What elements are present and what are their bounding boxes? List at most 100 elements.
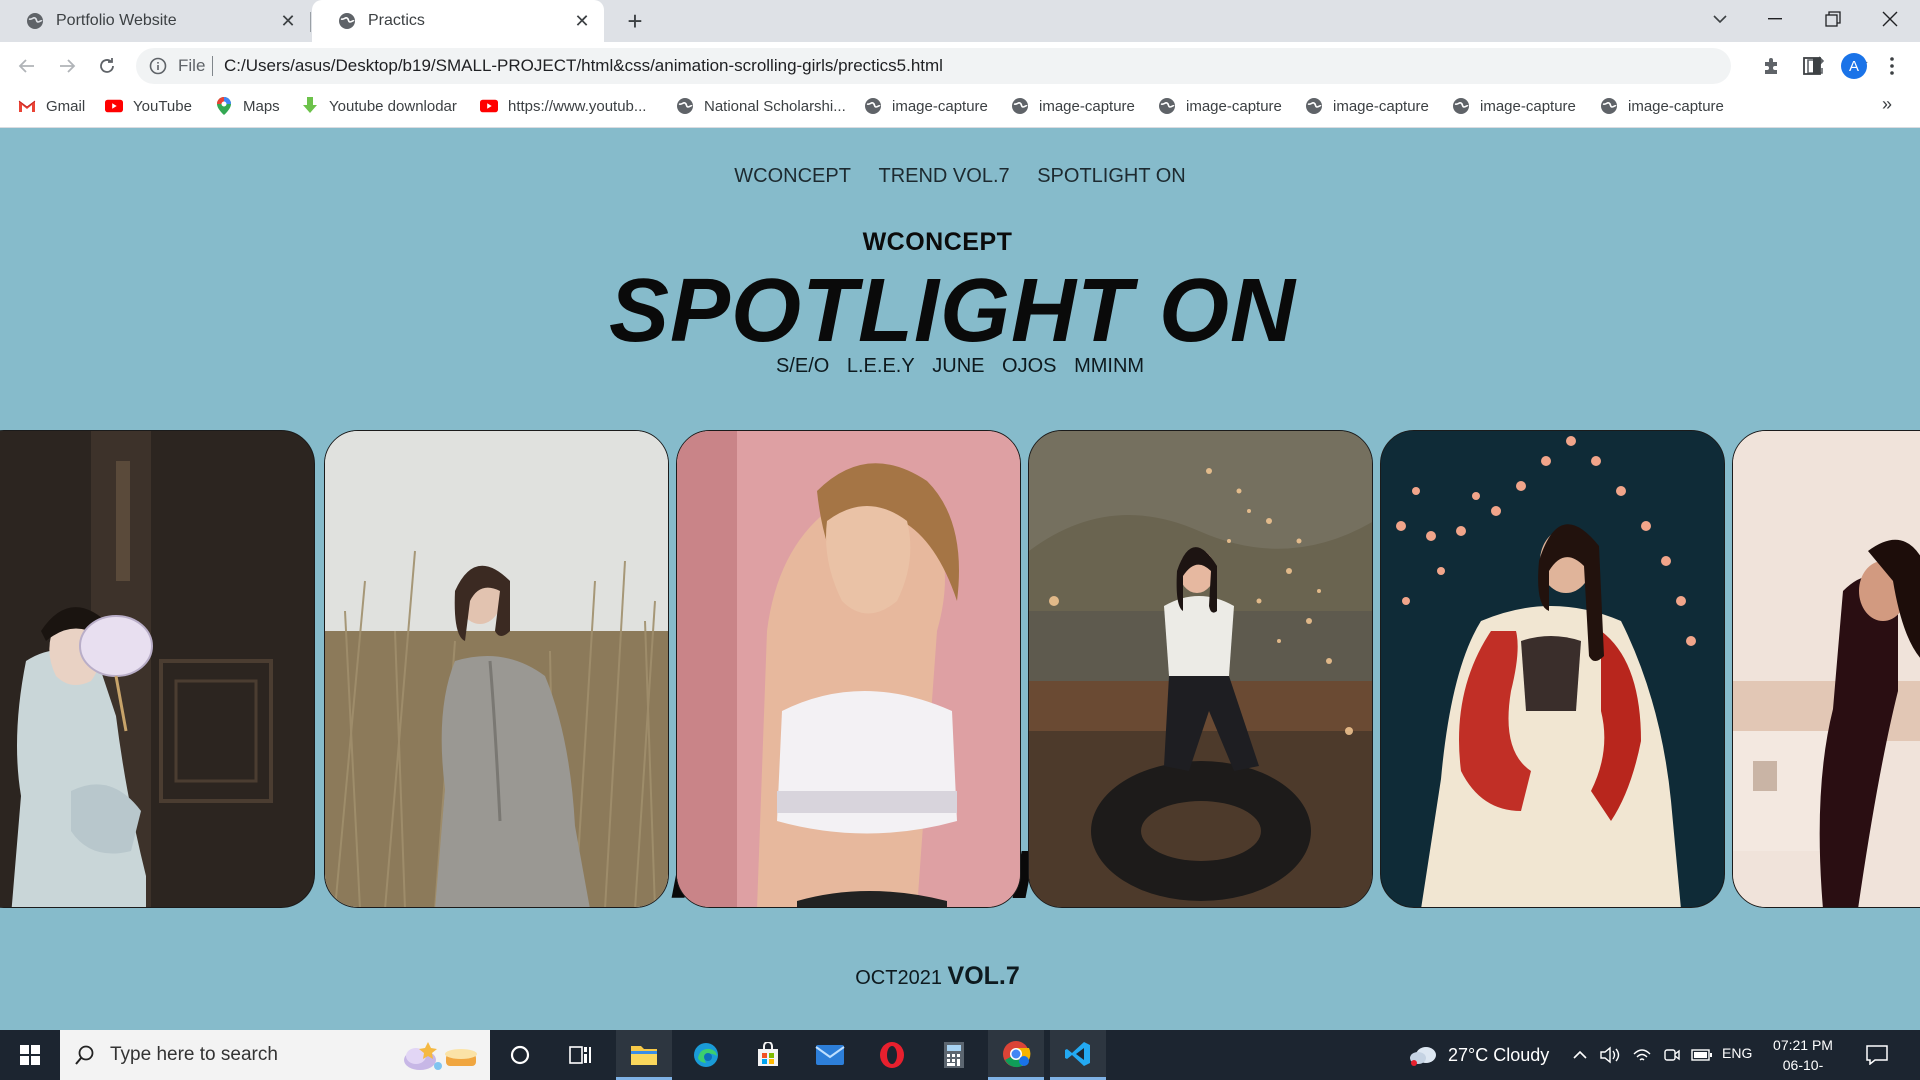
input-language[interactable]: ENG — [1722, 1045, 1752, 1061]
bookmark-image-capture[interactable]: image-capture — [1305, 90, 1429, 122]
battery-icon[interactable] — [1690, 1043, 1714, 1067]
meet-now-icon[interactable] — [1660, 1043, 1684, 1067]
photo-card-red-jacket-lights[interactable] — [1380, 430, 1725, 908]
cortana-icon[interactable] — [492, 1030, 548, 1080]
search-icon — [75, 1045, 94, 1065]
tab-separator — [310, 12, 311, 32]
edge-icon[interactable] — [678, 1030, 734, 1080]
bookmark-youtube[interactable]: YouTube — [105, 90, 192, 122]
globe-icon — [339, 13, 355, 29]
search-placeholder: Type here to search — [110, 1044, 278, 1065]
address-separator — [212, 56, 213, 76]
bookmark-national-scholarship[interactable]: National Scholarshi... — [676, 90, 846, 122]
address-bar[interactable]: File C:/Users/asus/Desktop/b19/SMALL-PRO… — [136, 48, 1868, 84]
brand-item: JUNE — [932, 355, 985, 377]
photo-card-grass-field-coat[interactable] — [324, 430, 669, 908]
download-icon — [301, 97, 319, 115]
vscode-icon[interactable] — [1050, 1030, 1106, 1080]
globe-icon — [676, 97, 694, 115]
nav-link-wconcept[interactable]: WCONCEPT — [734, 165, 851, 187]
microsoft-store-icon[interactable] — [740, 1030, 796, 1080]
taskbar-search-box[interactable]: Type here to search — [60, 1030, 490, 1080]
bookmark-youtube-link[interactable]: https://www.youtub... — [480, 90, 646, 122]
kebab-menu-icon[interactable] — [1876, 50, 1908, 82]
forward-arrow-icon[interactable] — [51, 50, 83, 82]
browser-toolbar: File C:/Users/asus/Desktop/b19/SMALL-PRO… — [0, 42, 1920, 90]
tab-portfolio-website[interactable]: Portfolio Website ✕ — [0, 0, 310, 42]
browser-tab-strip: Portfolio Website ✕ Practics ✕ + — [0, 0, 1920, 42]
bookmark-image-capture[interactable]: image-capture — [1600, 90, 1724, 122]
tab-search-chevron-icon[interactable] — [1692, 0, 1748, 38]
nav-link-trend[interactable]: TREND VOL.7 — [878, 165, 1009, 187]
clock-date: 06-10-2022 — [1782, 1057, 1824, 1080]
youtube-icon — [105, 97, 123, 115]
youtube-icon — [480, 97, 498, 115]
brand-item: OJOS — [1002, 355, 1057, 377]
photo-card-traditional-fan[interactable] — [0, 430, 315, 908]
notification-center-icon[interactable] — [1862, 1040, 1892, 1070]
photo-card-balcony-partial[interactable] — [1732, 430, 1920, 908]
chrome-icon[interactable] — [988, 1030, 1044, 1080]
bookmark-youtube-downloader[interactable]: Youtube downlodar — [301, 90, 457, 122]
globe-icon — [864, 97, 882, 115]
bookmark-image-capture[interactable]: image-capture — [864, 90, 988, 122]
page-viewport: WCONCEPT TREND VOL.7 SPOTLIGHT ON WCONCE… — [0, 128, 1920, 1030]
new-tab-button[interactable]: + — [620, 7, 650, 35]
tab-title: Portfolio Website — [56, 12, 177, 29]
bookmark-image-capture[interactable]: image-capture — [1011, 90, 1135, 122]
wifi-icon[interactable] — [1630, 1043, 1654, 1067]
photo-card-pink-wall-sports-top[interactable] — [676, 430, 1021, 908]
close-window-button[interactable] — [1862, 0, 1918, 38]
minimize-window-button[interactable] — [1747, 0, 1803, 38]
task-view-icon[interactable] — [552, 1030, 608, 1080]
windows-start-icon[interactable] — [0, 1030, 60, 1080]
bookmark-label: National Scholarshi... — [704, 97, 846, 115]
globe-icon — [1600, 97, 1618, 115]
more-bookmarks-chevron-icon[interactable]: » — [1882, 94, 1892, 115]
globe-icon — [1011, 97, 1029, 115]
clock-time: 07:21 PM — [1773, 1037, 1833, 1053]
globe-icon — [27, 13, 43, 29]
file-explorer-icon[interactable] — [616, 1030, 672, 1080]
volume-icon[interactable] — [1598, 1043, 1622, 1067]
brand-heading: WCONCEPT — [862, 228, 1013, 256]
bookmark-image-capture[interactable]: image-capture — [1158, 90, 1282, 122]
scrolling-photo-gallery[interactable] — [0, 430, 1920, 908]
system-clock[interactable]: 07:21 PM 06-10-2022 — [1768, 1035, 1838, 1080]
weather-widget[interactable]: 27°C Cloudy — [1408, 1040, 1549, 1070]
close-tab-icon[interactable]: ✕ — [278, 11, 298, 31]
back-arrow-icon[interactable] — [11, 50, 43, 82]
bookmark-label: image-capture — [1480, 97, 1576, 115]
restore-window-button[interactable] — [1805, 0, 1861, 38]
bookmark-label: Youtube downlodar — [329, 97, 457, 115]
gmail-icon — [18, 97, 36, 115]
extensions-puzzle-icon[interactable] — [1756, 50, 1788, 82]
url-text[interactable]: C:/Users/asus/Desktop/b19/SMALL-PROJECT/… — [224, 56, 943, 76]
bookmark-label: image-capture — [1186, 97, 1282, 115]
bookmark-maps[interactable]: Maps — [215, 90, 280, 122]
brand-item: MMINM — [1074, 355, 1145, 377]
bookmark-label: image-capture — [1628, 97, 1724, 115]
issue-volume: VOL.7 — [947, 962, 1020, 990]
bookmark-label: Maps — [243, 97, 280, 115]
bookmark-gmail[interactable]: Gmail — [18, 90, 85, 122]
side-panel-icon[interactable] — [1796, 50, 1828, 82]
search-highlight-illustration-icon — [404, 1042, 477, 1070]
close-tab-icon[interactable]: ✕ — [572, 11, 592, 31]
nav-link-spotlight[interactable]: SPOTLIGHT ON — [1037, 165, 1186, 187]
tab-practics[interactable]: Practics ✕ — [312, 0, 604, 42]
brand-list: S/E/O L.E.E.Y JUNE OJOS MMINM — [0, 355, 1920, 378]
issue-line: OCT2021 VOL.7 — [0, 962, 1875, 991]
info-icon[interactable] — [149, 57, 167, 75]
mail-icon[interactable] — [802, 1030, 858, 1080]
show-hidden-icons-chevron-icon[interactable] — [1568, 1043, 1592, 1067]
cloudy-weather-icon — [1410, 1047, 1436, 1066]
bookmark-label: YouTube — [133, 97, 192, 115]
reload-icon[interactable] — [91, 50, 123, 82]
brand-item: L.E.E.Y — [846, 355, 915, 377]
profile-avatar[interactable]: A — [1838, 50, 1870, 82]
bookmark-image-capture[interactable]: image-capture — [1452, 90, 1576, 122]
photo-card-tire-bokeh-sparks[interactable] — [1028, 430, 1373, 908]
opera-icon[interactable] — [864, 1030, 920, 1080]
calculator-icon[interactable] — [926, 1030, 982, 1080]
